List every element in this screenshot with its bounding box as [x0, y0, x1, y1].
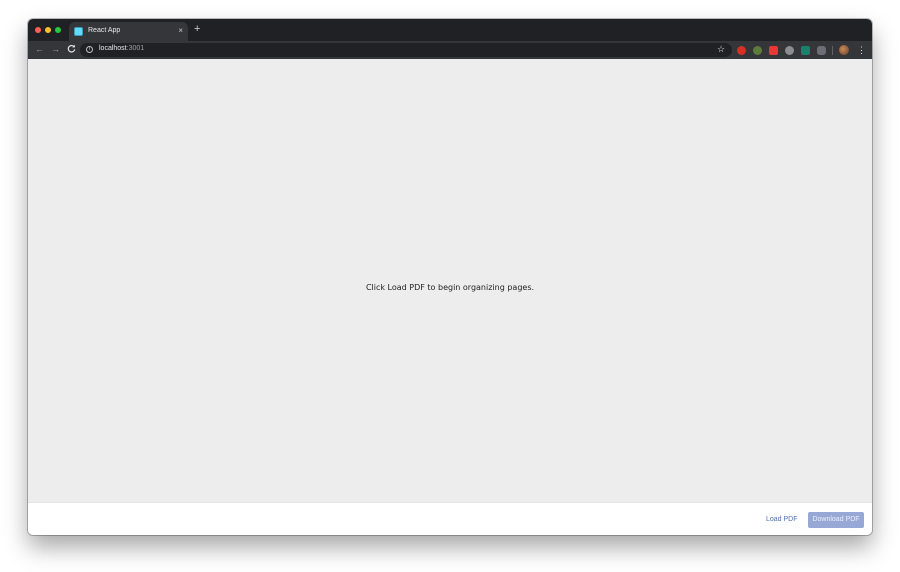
- bookmark-star-icon[interactable]: ☆: [717, 44, 725, 54]
- address-bar[interactable]: i localhost:3001: [80, 43, 732, 57]
- profile-avatar[interactable]: [839, 45, 849, 55]
- tab-close-icon[interactable]: ×: [178, 26, 183, 36]
- reload-icon: [67, 44, 76, 53]
- new-tab-button[interactable]: +: [194, 24, 200, 35]
- load-pdf-button[interactable]: Load PDF: [762, 513, 802, 527]
- tab-title: React App: [88, 27, 121, 34]
- url-host: localhost: [99, 45, 127, 52]
- browser-toolbar: ← → i localhost:3001 ☆ ⋮: [28, 41, 872, 59]
- react-favicon-icon: [74, 27, 83, 36]
- grid-extension-icon[interactable]: [817, 46, 826, 55]
- info-icon[interactable]: i: [86, 46, 93, 53]
- minimize-window-button[interactable]: [45, 27, 51, 33]
- toolbar-divider: [832, 46, 833, 55]
- red-extension-icon[interactable]: [737, 46, 746, 55]
- green-extension-icon[interactable]: [753, 46, 762, 55]
- maximize-window-button[interactable]: [55, 27, 61, 33]
- url-text[interactable]: localhost:3001: [99, 45, 144, 52]
- s-extension-icon[interactable]: [801, 46, 810, 55]
- tab-strip: React App × +: [28, 19, 872, 41]
- gray-extension-icon[interactable]: [785, 46, 794, 55]
- back-button[interactable]: ←: [35, 44, 44, 55]
- forward-button[interactable]: →: [51, 44, 60, 55]
- browser-window: React App × + ← → i localhost:3001 ☆ ⋮ C…: [28, 19, 872, 535]
- download-pdf-button[interactable]: Download PDF: [808, 512, 864, 528]
- url-port: :3001: [126, 45, 145, 52]
- tab-react-app[interactable]: React App ×: [69, 22, 188, 41]
- browser-menu-icon[interactable]: ⋮: [857, 45, 866, 55]
- pdf-extension-icon[interactable]: [769, 46, 778, 55]
- app-content-area: Click Load PDF to begin organizing pages…: [28, 59, 872, 502]
- app-footer: Load PDF Download PDF: [28, 502, 872, 535]
- reload-button[interactable]: [67, 44, 76, 56]
- empty-state-message: Click Load PDF to begin organizing pages…: [365, 283, 535, 292]
- close-window-button[interactable]: [35, 27, 41, 33]
